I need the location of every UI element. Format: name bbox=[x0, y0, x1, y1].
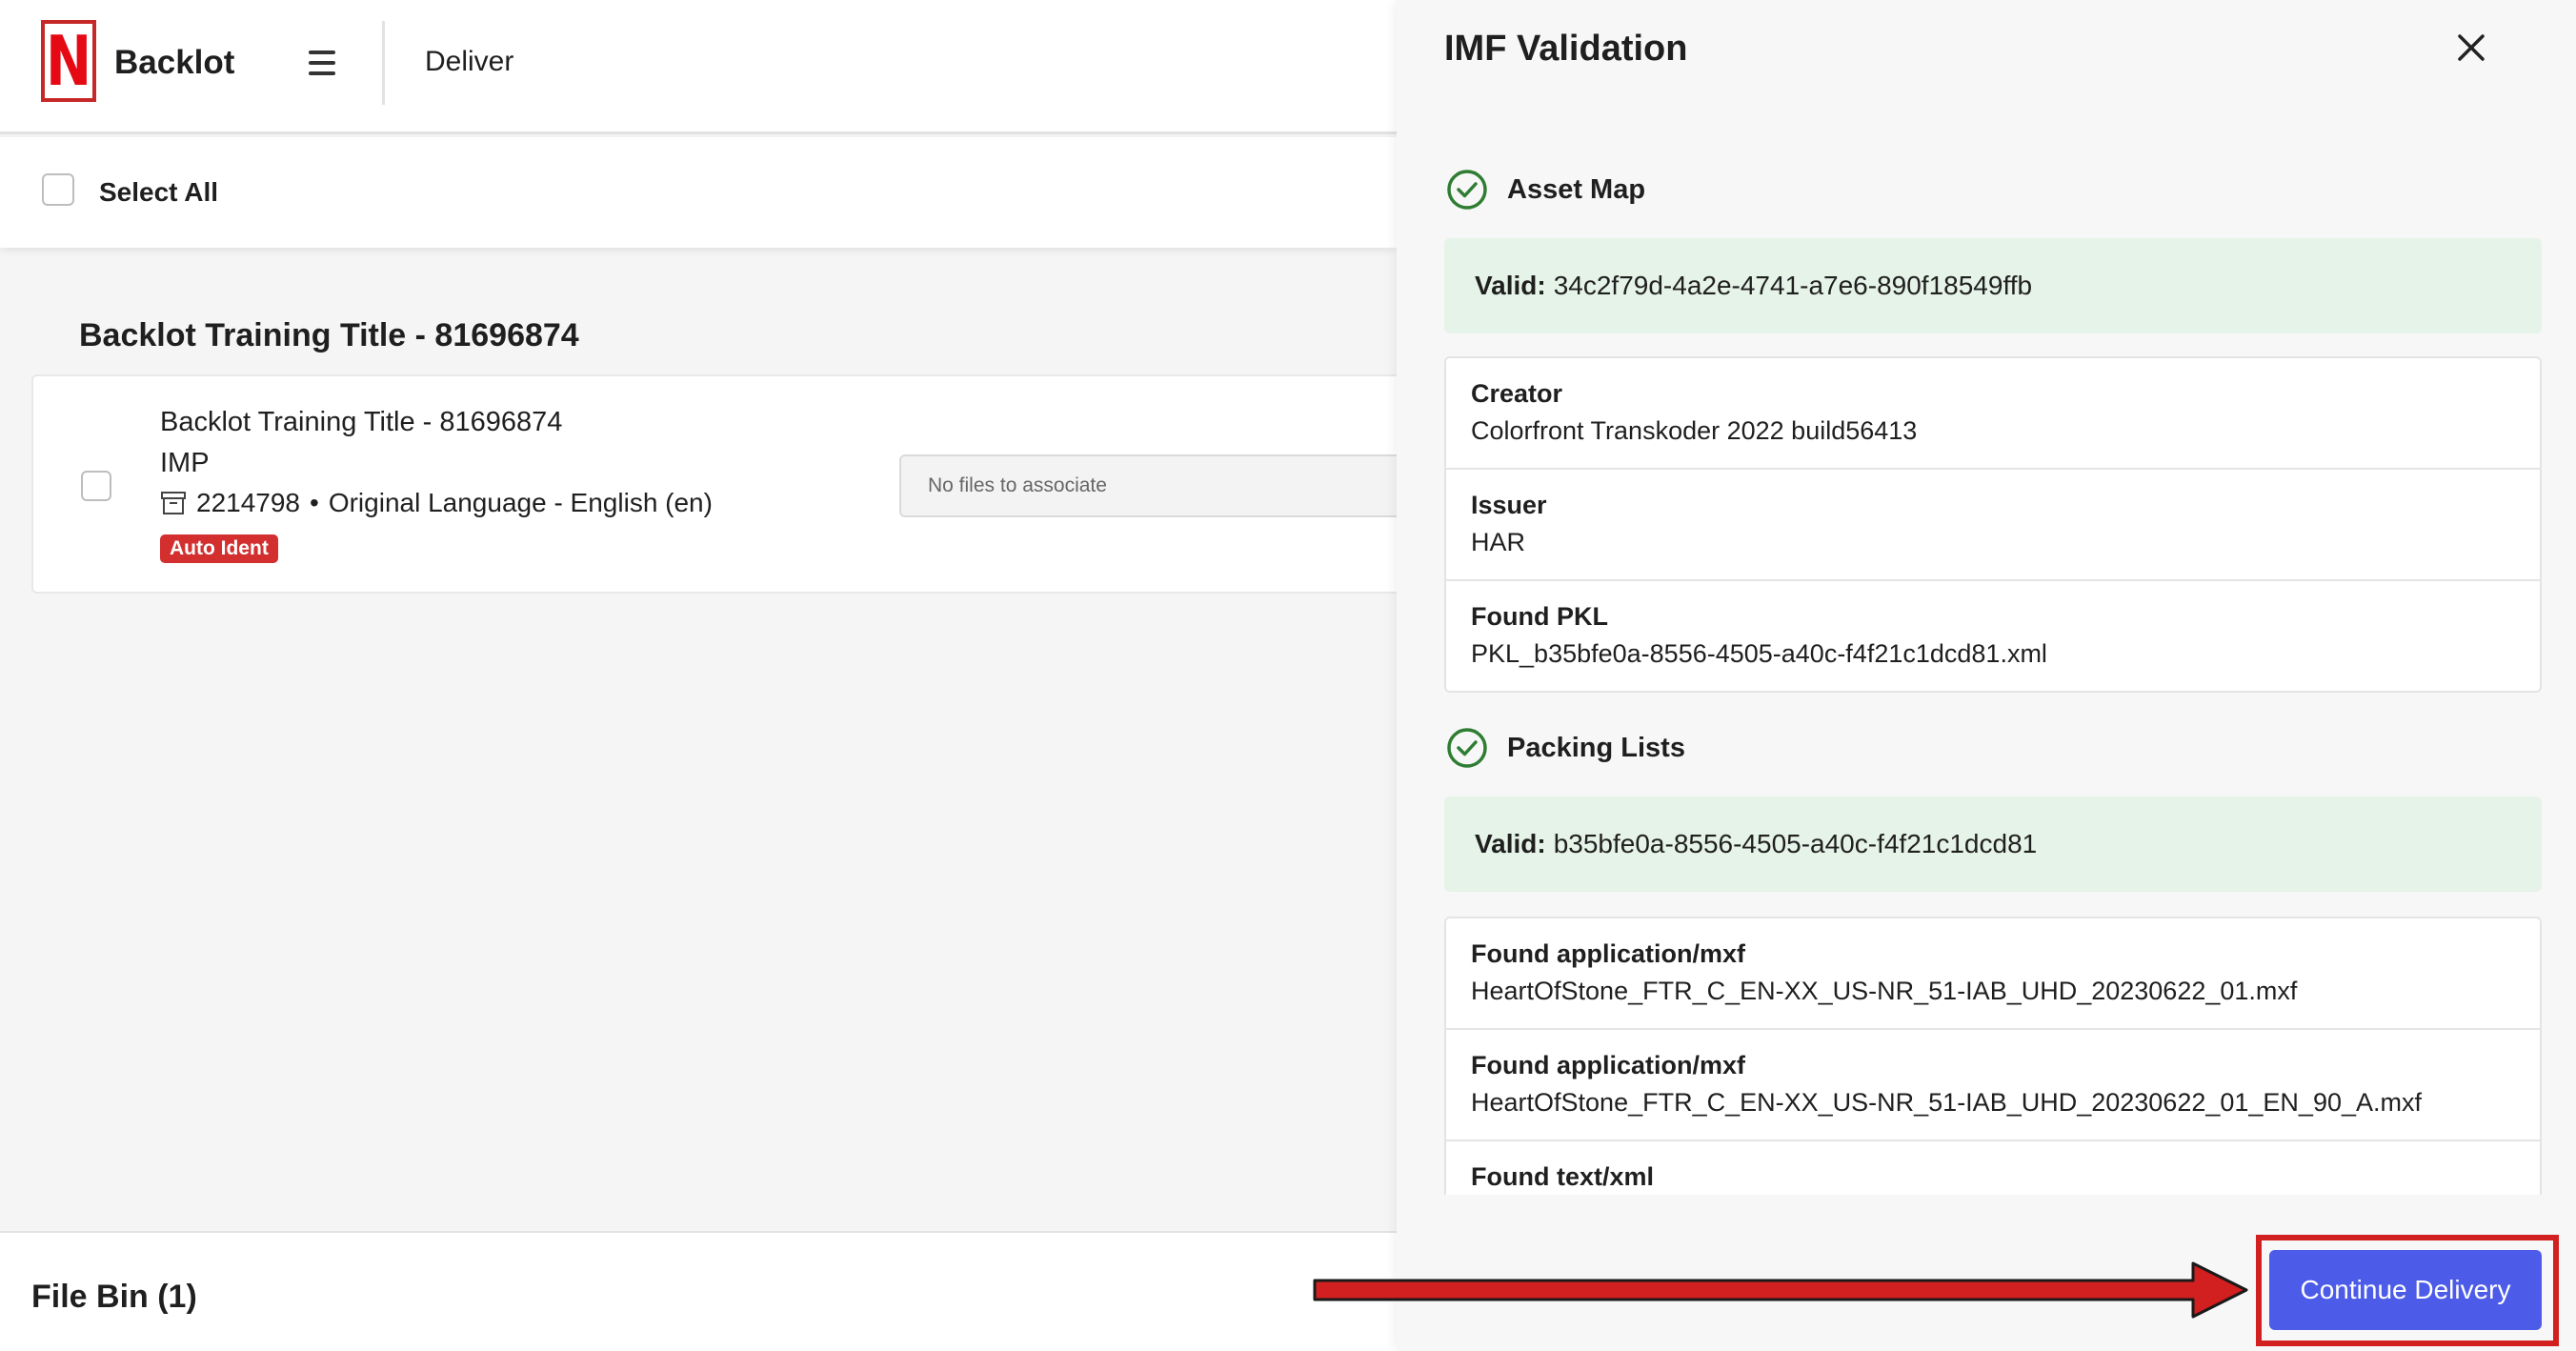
asset-map-header: Asset Map bbox=[1446, 169, 1645, 211]
item-type: IMP bbox=[160, 448, 210, 478]
valid-label: Valid: bbox=[1475, 271, 1546, 300]
list-item: Creator Colorfront Transkoder 2022 build… bbox=[1446, 358, 2540, 470]
panel-footer: Continue Delivery bbox=[1397, 1195, 2576, 1351]
packing-lists-label: Packing Lists bbox=[1507, 732, 1685, 763]
valid-value: 34c2f79d-4a2e-4741-a7e6-890f18549ffb bbox=[1553, 271, 2033, 300]
select-all-label: Select All bbox=[99, 177, 219, 207]
file-bin-label: File Bin (1) bbox=[31, 1279, 197, 1315]
packing-lists-details: Found application/mxf HeartOfStone_FTR_C… bbox=[1444, 917, 2542, 1195]
asset-map-label: Asset Map bbox=[1507, 173, 1646, 205]
item-meta: 2214798 • Original Language - English (e… bbox=[160, 488, 713, 518]
archive-icon bbox=[161, 492, 186, 514]
check-circle-icon bbox=[1447, 170, 1487, 210]
select-all-bar: Select All bbox=[0, 137, 1397, 248]
item-title: Backlot Training Title - 81696874 bbox=[160, 407, 563, 437]
valid-label: Valid: bbox=[1475, 829, 1546, 858]
packing-lists-valid: Valid: b35bfe0a-8556-4505-a40c-f4f21c1dcd… bbox=[1444, 796, 2542, 892]
group-title: Backlot Training Title - 81696874 bbox=[79, 317, 579, 353]
list-item: Found PKL PKL_b35bfe0a-8556-4505-a40c-f4… bbox=[1471, 602, 2047, 668]
panel-scroll-area[interactable]: IMF Validation Asset Map Valid: 34c2f79d-… bbox=[1397, 0, 2576, 1195]
logo-letter: N bbox=[45, 21, 92, 101]
close-icon[interactable] bbox=[2452, 29, 2490, 67]
item-language: Original Language - English (en) bbox=[328, 488, 713, 517]
app-main: N Backlot Deliver Select All Backlot Tra… bbox=[0, 0, 1433, 1351]
list-item: Found application/mxf HeartOfStone_FTR_C… bbox=[1446, 1030, 2540, 1141]
delivery-item-card: Backlot Training Title - 81696874 IMP 22… bbox=[31, 374, 1433, 594]
item-id: 2214798 bbox=[196, 488, 301, 517]
asset-map-details: Creator Colorfront Transkoder 2022 build… bbox=[1444, 356, 2542, 693]
app-brand: Backlot bbox=[114, 44, 235, 81]
file-bin-bar[interactable]: File Bin (1) bbox=[0, 1231, 1397, 1351]
hamburger-menu-icon[interactable] bbox=[303, 44, 341, 82]
valid-value: b35bfe0a-8556-4505-a40c-f4f21c1dcd81 bbox=[1553, 829, 2038, 858]
topbar-divider bbox=[382, 21, 385, 105]
top-bar: N Backlot Deliver bbox=[0, 0, 1397, 134]
netflix-logo[interactable]: N bbox=[41, 20, 96, 102]
list-item: Issuer HAR bbox=[1446, 470, 2540, 581]
file-association-field[interactable]: No files to associate bbox=[899, 454, 1433, 517]
packing-lists-header: Packing Lists bbox=[1446, 727, 1685, 769]
select-all-checkbox[interactable] bbox=[42, 173, 74, 206]
item-checkbox[interactable] bbox=[81, 471, 111, 501]
asset-map-valid: Valid: 34c2f79d-4a2e-4741-a7e6-890f18549f… bbox=[1444, 238, 2542, 333]
check-circle-icon bbox=[1447, 728, 1487, 768]
meta-separator: • bbox=[310, 488, 319, 517]
continue-delivery-button[interactable]: Continue Delivery bbox=[2269, 1250, 2542, 1330]
panel-title: IMF Validation bbox=[1444, 29, 1688, 69]
list-item: Found text/xml bbox=[1471, 1162, 1655, 1191]
auto-ident-badge: Auto Ident bbox=[160, 534, 278, 563]
list-item: Found application/mxf HeartOfStone_FTR_C… bbox=[1446, 918, 2540, 1030]
imf-validation-panel: IMF Validation Asset Map Valid: 34c2f79d-… bbox=[1397, 0, 2576, 1351]
nav-current-page: Deliver bbox=[425, 46, 514, 77]
